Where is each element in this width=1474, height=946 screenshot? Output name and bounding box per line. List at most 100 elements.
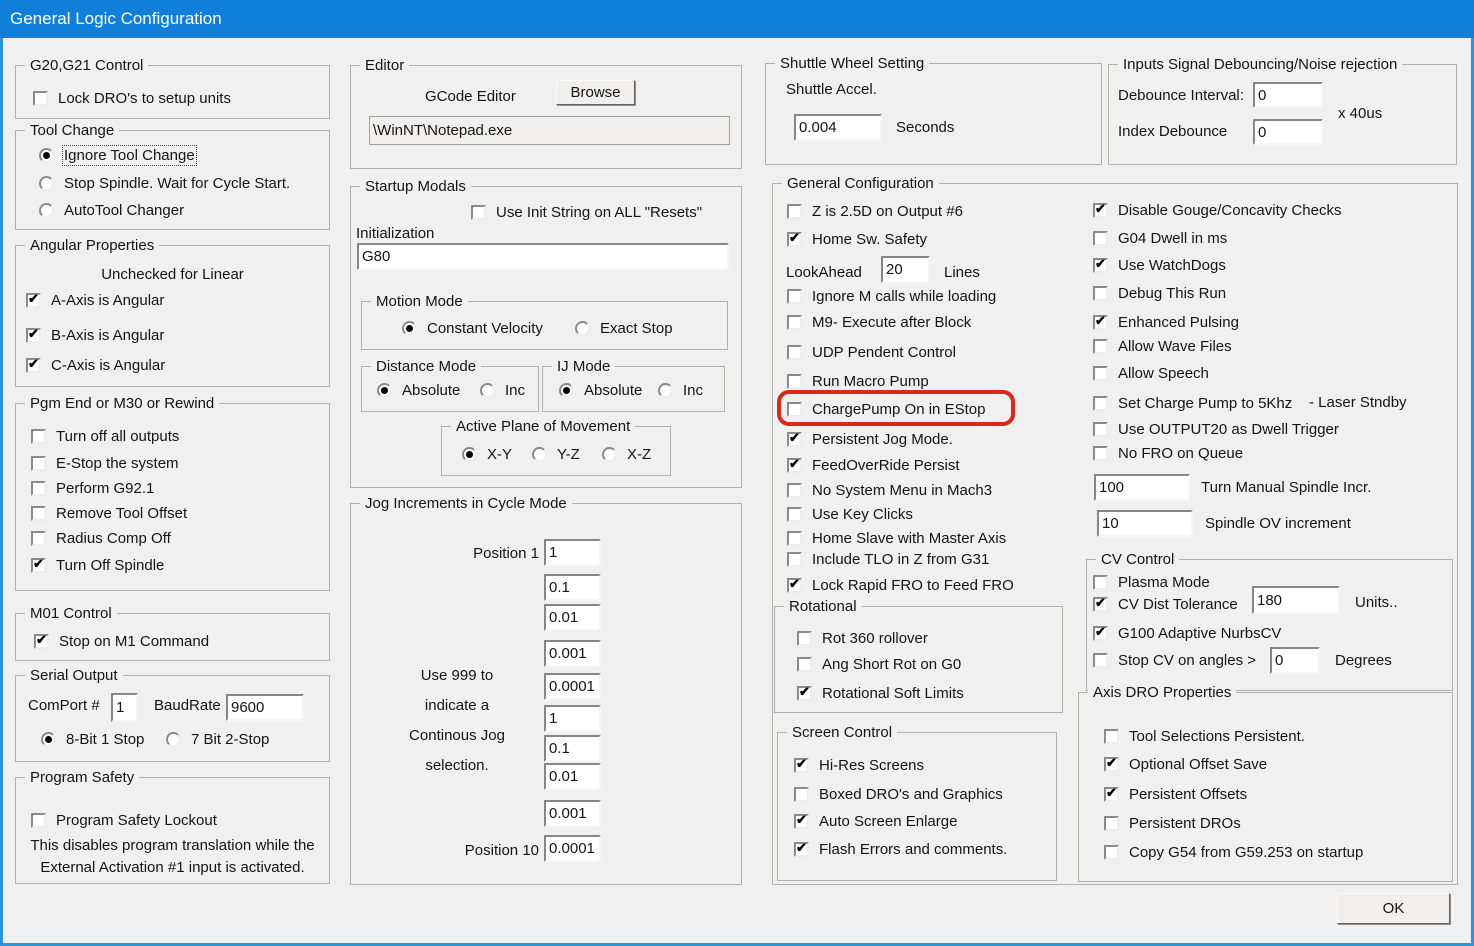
checkbox-persistent-dros[interactable]: Persistent DROs (1104, 812, 1241, 834)
checkbox-program-safety-lockout[interactable]: Program Safety Lockout (31, 809, 217, 831)
group-title: Startup Modals (360, 178, 471, 195)
radio-autotool-changer[interactable]: AutoTool Changer (39, 199, 184, 221)
checkbox-icon (787, 373, 802, 389)
checkbox-g04-dwell-ms[interactable]: G04 Dwell in ms (1093, 227, 1227, 249)
checkbox-turn-off-all-outputs[interactable]: Turn off all outputs (31, 425, 179, 447)
checkbox-rotational-soft-limits[interactable]: Rotational Soft Limits (797, 682, 964, 704)
checkbox-b-axis-angular[interactable]: B-Axis is Angular (26, 324, 164, 346)
browse-button[interactable]: Browse (556, 80, 635, 105)
checkbox-turn-off-spindle[interactable]: Turn Off Spindle (31, 554, 164, 576)
cv-dist-tolerance-input[interactable] (1252, 586, 1340, 614)
radio-7bit-2stop[interactable]: 7 Bit 2-Stop (166, 728, 269, 750)
checkbox-label: Optional Offset Save (1129, 755, 1268, 773)
checkbox-lock-rapid-fro[interactable]: Lock Rapid FRO to Feed FRO (787, 574, 1014, 596)
checkbox-radius-comp-off[interactable]: Radius Comp Off (31, 527, 171, 549)
lookahead-input[interactable] (881, 256, 930, 283)
comport-input[interactable] (111, 693, 138, 722)
checkbox-stop-on-m1[interactable]: Stop on M1 Command (34, 630, 209, 652)
manual-spindle-incr-input[interactable] (1094, 474, 1190, 501)
checkbox-plasma-mode[interactable]: Plasma Mode (1093, 571, 1210, 593)
checkbox-debug-this-run[interactable]: Debug This Run (1093, 282, 1226, 304)
spindle-ov-increment-input[interactable] (1097, 510, 1193, 537)
radio-ignore-tool-change[interactable]: Ignore Tool Change (39, 144, 197, 166)
jog-increment-5-input[interactable] (544, 673, 601, 700)
jog-increment-1-input[interactable] (544, 539, 601, 566)
radio-8bit-1stop[interactable]: 8-Bit 1 Stop (41, 728, 144, 750)
checkbox-udp-pendent-control[interactable]: UDP Pendent Control (787, 341, 956, 363)
checkbox-g100-adaptive-nurbscv[interactable]: G100 Adaptive NurbsCV (1093, 622, 1281, 644)
checkbox-home-sw-safety[interactable]: Home Sw. Safety (787, 228, 927, 250)
checkbox-chargepump-on-in-estop[interactable]: ChargePump On in EStop (787, 398, 985, 420)
checkbox-enhanced-pulsing[interactable]: Enhanced Pulsing (1093, 311, 1239, 333)
checkbox-label: CV Dist Tolerance (1118, 595, 1238, 613)
checkbox-icon (1104, 755, 1119, 772)
shuttle-accel-input[interactable] (794, 114, 882, 141)
debounce-interval-input[interactable] (1253, 82, 1323, 108)
radio-exact-stop[interactable]: Exact Stop (575, 317, 673, 339)
checkbox-set-charge-pump-5khz[interactable]: Set Charge Pump to 5Khz (1093, 392, 1292, 414)
checkbox-no-fro-on-queue[interactable]: No FRO on Queue (1093, 442, 1243, 464)
checkbox-ignore-m-calls[interactable]: Ignore M calls while loading (787, 285, 996, 307)
checkbox-perform-g921[interactable]: Perform G92.1 (31, 477, 154, 499)
jog-increment-3-input[interactable] (544, 604, 601, 631)
jog-increment-4-input[interactable] (544, 640, 601, 667)
jog-increment-8-input[interactable] (544, 763, 601, 790)
checkbox-run-macro-pump[interactable]: Run Macro Pump (787, 370, 929, 392)
checkbox-use-watchdogs[interactable]: Use WatchDogs (1093, 254, 1226, 276)
checkbox-remove-tool-offset[interactable]: Remove Tool Offset (31, 502, 187, 524)
checkbox-home-slave-master[interactable]: Home Slave with Master Axis (787, 527, 1006, 549)
ok-button[interactable]: OK (1337, 893, 1450, 924)
radio-distance-absolute[interactable]: Absolute (377, 379, 460, 401)
radio-distance-inc[interactable]: Inc (480, 379, 525, 401)
group-active-plane: Active Plane of Movement X-Y Y-Z X-Z (441, 418, 671, 476)
jog-increment-6-input[interactable] (544, 705, 601, 732)
checkbox-optional-offset-save[interactable]: Optional Offset Save (1104, 753, 1267, 775)
checkbox-persistent-jog-mode[interactable]: Persistent Jog Mode. (787, 428, 953, 450)
checkbox-m9-execute-after-block[interactable]: M9- Execute after Block (787, 311, 971, 333)
radio-plane-xz[interactable]: X-Z (602, 443, 651, 465)
checkbox-use-output20-dwell[interactable]: Use OUTPUT20 as Dwell Trigger (1093, 418, 1339, 440)
checkbox-use-init-string[interactable]: Use Init String on ALL "Resets" (471, 201, 702, 223)
jog-increment-7-input[interactable] (544, 735, 601, 762)
checkbox-persistent-offsets[interactable]: Persistent Offsets (1104, 783, 1247, 805)
checkbox-ang-short-rot-g0[interactable]: Ang Short Rot on G0 (797, 653, 961, 675)
checkbox-auto-screen-enlarge[interactable]: Auto Screen Enlarge (794, 810, 957, 832)
checkbox-disable-gouge[interactable]: Disable Gouge/Concavity Checks (1093, 199, 1341, 221)
window-titlebar[interactable]: General Logic Configuration (0, 0, 1474, 38)
jog-increment-10-input[interactable] (544, 835, 601, 862)
radio-ij-absolute[interactable]: Absolute (559, 379, 642, 401)
baudrate-input[interactable] (226, 694, 304, 721)
checkbox-cv-dist-tolerance[interactable]: CV Dist Tolerance (1093, 593, 1238, 615)
checkbox-allow-wave-files[interactable]: Allow Wave Files (1093, 335, 1232, 357)
checkbox-copy-g54-startup[interactable]: Copy G54 from G59.253 on startup (1104, 841, 1363, 863)
initialization-input[interactable] (357, 243, 729, 270)
checkbox-stop-cv-on-angles[interactable]: Stop CV on angles > (1093, 649, 1256, 671)
stop-cv-angles-input[interactable] (1270, 647, 1320, 674)
radio-ij-inc[interactable]: Inc (658, 379, 703, 401)
checkbox-feedoverride-persist[interactable]: FeedOverRide Persist (787, 454, 960, 476)
checkbox-rot-360-rollover[interactable]: Rot 360 rollover (797, 627, 928, 649)
checkbox-boxed-dros-graphics[interactable]: Boxed DRO's and Graphics (794, 783, 1003, 805)
checkbox-z-25d-output6[interactable]: Z is 2.5D on Output #6 (787, 200, 963, 222)
checkbox-icon (787, 314, 802, 330)
checkbox-a-axis-angular[interactable]: A-Axis is Angular (26, 289, 164, 311)
checkbox-hires-screens[interactable]: Hi-Res Screens (794, 754, 924, 776)
checkbox-c-axis-angular[interactable]: C-Axis is Angular (26, 354, 165, 376)
checkbox-lock-dros[interactable]: Lock DRO's to setup units (33, 87, 231, 109)
checkbox-include-tlo[interactable]: Include TLO in Z from G31 (787, 548, 989, 570)
jog-increment-9-input[interactable] (544, 800, 601, 827)
checkbox-tool-selections-persistent[interactable]: Tool Selections Persistent. (1104, 725, 1305, 747)
checkbox-flash-errors[interactable]: Flash Errors and comments. (794, 838, 1007, 860)
checkbox-use-key-clicks[interactable]: Use Key Clicks (787, 503, 913, 525)
group-title: General Configuration (782, 175, 939, 192)
checkbox-no-system-menu[interactable]: No System Menu in Mach3 (787, 479, 992, 501)
gcode-editor-path-input[interactable] (369, 116, 730, 145)
radio-plane-yz[interactable]: Y-Z (532, 443, 580, 465)
index-debounce-input[interactable] (1253, 119, 1323, 145)
checkbox-allow-speech[interactable]: Allow Speech (1093, 362, 1209, 384)
jog-increment-2-input[interactable] (544, 574, 601, 601)
checkbox-estop-system[interactable]: E-Stop the system (31, 452, 179, 474)
radio-plane-xy[interactable]: X-Y (462, 443, 512, 465)
radio-stop-spindle-wait[interactable]: Stop Spindle. Wait for Cycle Start. (39, 172, 290, 194)
radio-constant-velocity[interactable]: Constant Velocity (402, 317, 543, 339)
